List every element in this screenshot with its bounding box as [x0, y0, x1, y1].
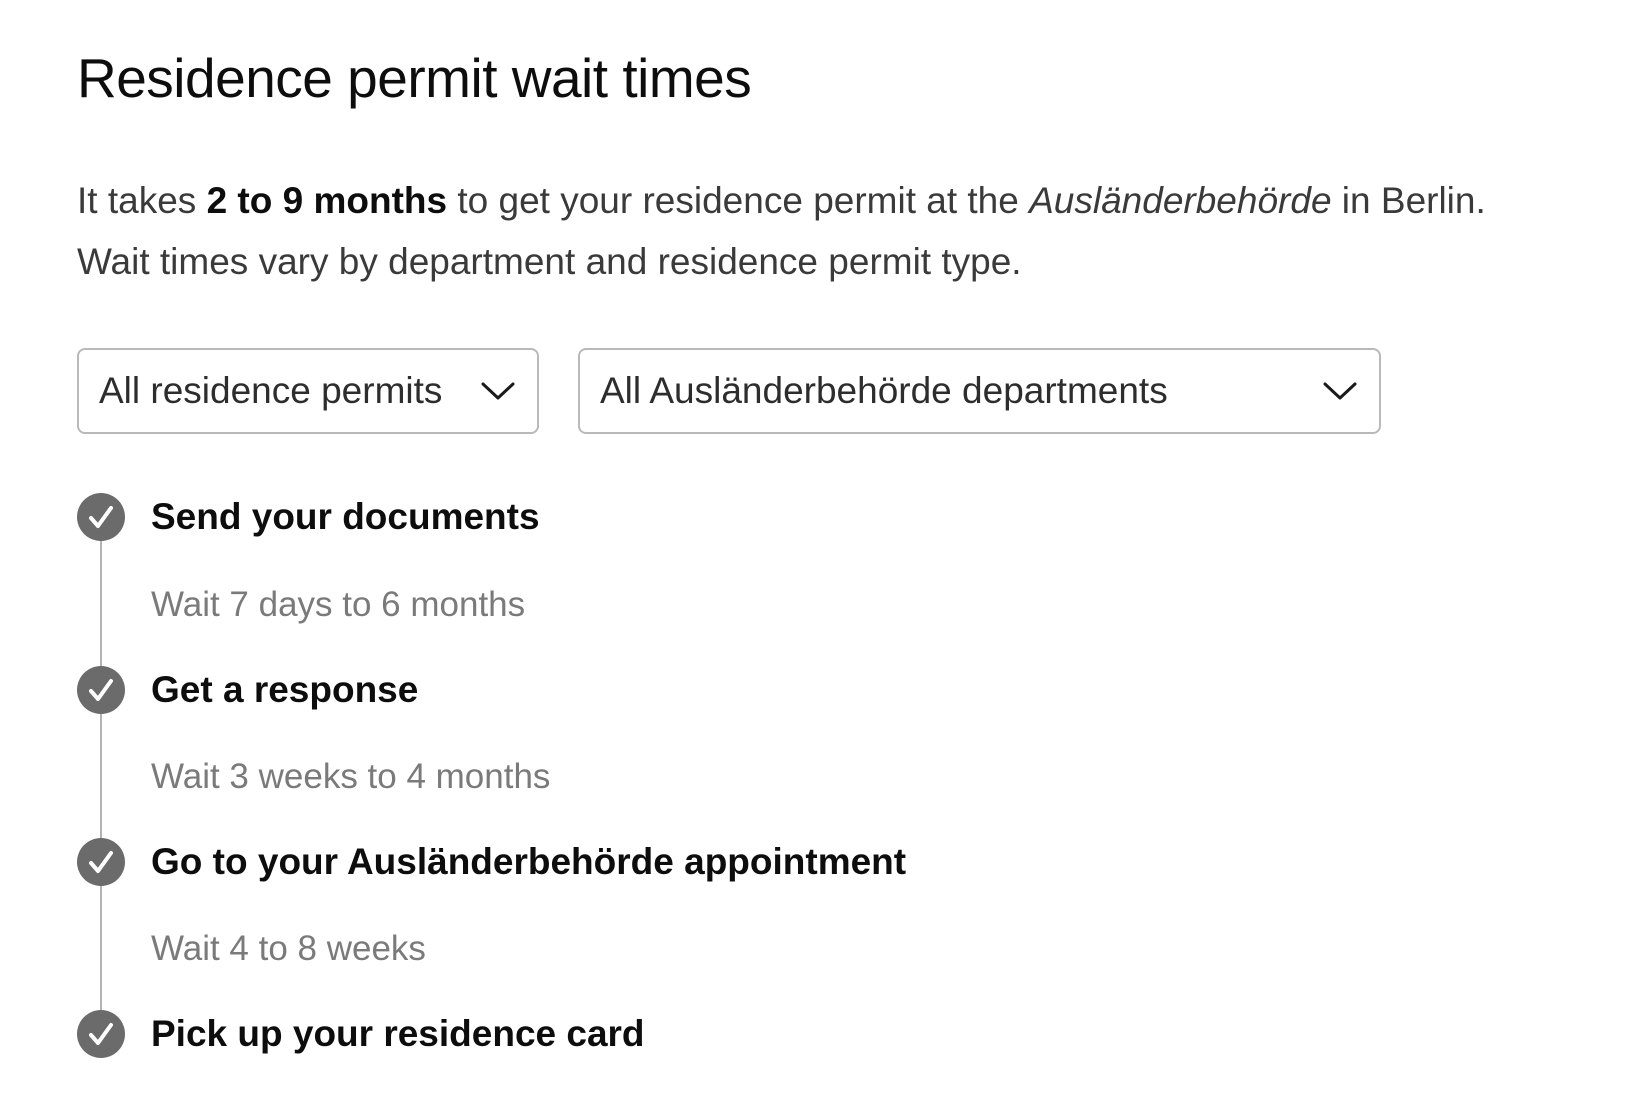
intro-prefix: It takes: [77, 180, 207, 221]
chevron-down-icon: [481, 382, 515, 400]
check-circle-icon: [77, 838, 125, 886]
step-title: Get a response: [151, 669, 419, 710]
step-pick-up-card: Pick up your residence card: [77, 1009, 645, 1059]
page-title: Residence permit wait times: [77, 47, 752, 109]
intro-suffix: in Berlin.: [1331, 180, 1486, 221]
intro-line-2: Wait times vary by department and reside…: [77, 241, 1022, 282]
step-wait-time: Wait 3 weeks to 4 months: [151, 757, 551, 796]
step-send-documents: Send your documents: [77, 492, 540, 542]
intro-office: Ausländerbehörde: [1029, 180, 1332, 221]
check-circle-icon: [77, 1010, 125, 1058]
step-get-response: Get a response: [77, 665, 418, 715]
step-title: Pick up your residence card: [151, 1013, 645, 1054]
permit-type-select-value: All residence permits: [99, 370, 443, 411]
intro-text: It takes 2 to 9 months to get your resid…: [77, 170, 1617, 292]
step-title: Go to your Ausländerbehörde appointment: [151, 841, 907, 882]
department-select-value: All Ausländerbehörde departments: [600, 370, 1168, 411]
permit-type-select[interactable]: All residence permits: [77, 348, 539, 434]
check-circle-icon: [77, 666, 125, 714]
department-select[interactable]: All Ausländerbehörde departments: [578, 348, 1381, 434]
chevron-down-icon: [1323, 382, 1357, 400]
intro-middle: to get your residence permit at the: [447, 180, 1030, 221]
intro-line-1: It takes 2 to 9 months to get your resid…: [77, 170, 1617, 231]
step-appointment: Go to your Ausländerbehörde appointment: [77, 837, 906, 887]
step-wait-time: Wait 7 days to 6 months: [151, 585, 526, 624]
check-circle-icon: [77, 493, 125, 541]
step-wait-time: Wait 4 to 8 weeks: [151, 929, 426, 968]
intro-highlight: 2 to 9 months: [206, 180, 448, 221]
step-title: Send your documents: [151, 496, 540, 537]
timeline-rail: [100, 520, 102, 1030]
